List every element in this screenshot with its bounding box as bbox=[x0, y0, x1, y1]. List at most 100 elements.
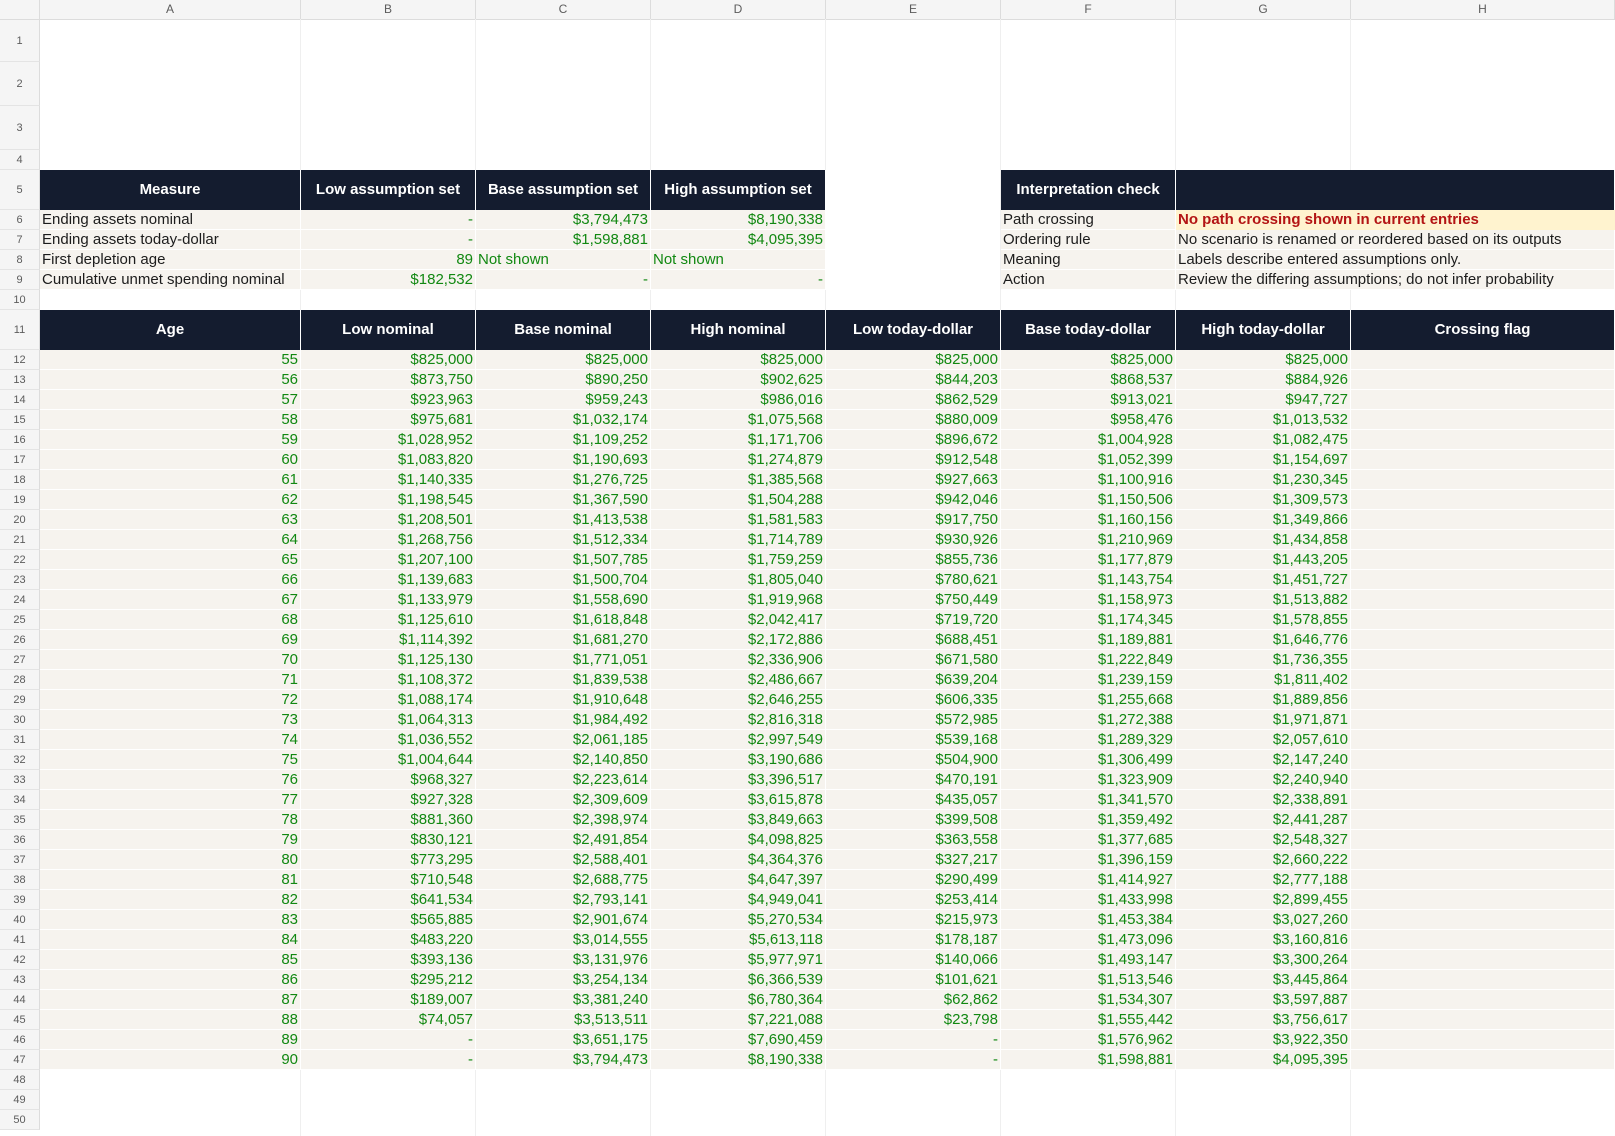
path-value-cell[interactable]: $3,396,517 bbox=[651, 770, 826, 790]
row-header-15[interactable]: 15 bbox=[0, 410, 40, 430]
paths-header-0[interactable]: Age bbox=[40, 310, 301, 350]
interpretation-header-blank[interactable] bbox=[1176, 170, 1615, 210]
paths-header-4[interactable]: Low today-dollar bbox=[826, 310, 1001, 350]
path-value-cell[interactable]: $2,061,185 bbox=[476, 730, 651, 750]
path-value-cell[interactable]: $947,727 bbox=[1176, 390, 1351, 410]
path-value-cell[interactable]: $7,221,088 bbox=[651, 1010, 826, 1030]
path-value-cell[interactable]: $780,621 bbox=[826, 570, 1001, 590]
column-header-g[interactable]: G bbox=[1176, 0, 1351, 19]
path-value-cell[interactable]: $1,139,683 bbox=[301, 570, 476, 590]
path-value-cell[interactable]: $1,507,785 bbox=[476, 550, 651, 570]
path-value-cell[interactable]: $1,064,313 bbox=[301, 710, 476, 730]
interpretation-label-cell[interactable]: Meaning bbox=[1001, 250, 1176, 270]
row-header-5[interactable]: 5 bbox=[0, 170, 40, 210]
path-value-cell[interactable]: $927,663 bbox=[826, 470, 1001, 490]
row-header-27[interactable]: 27 bbox=[0, 650, 40, 670]
crossing-flag-cell[interactable] bbox=[1351, 790, 1615, 810]
path-value-cell[interactable]: $565,885 bbox=[301, 910, 476, 930]
crossing-flag-cell[interactable] bbox=[1351, 610, 1615, 630]
row-header-48[interactable]: 48 bbox=[0, 1070, 40, 1090]
paths-header-3[interactable]: High nominal bbox=[651, 310, 826, 350]
path-value-cell[interactable]: $1,100,916 bbox=[1001, 470, 1176, 490]
path-value-cell[interactable]: $688,451 bbox=[826, 630, 1001, 650]
path-value-cell[interactable]: $1,504,288 bbox=[651, 490, 826, 510]
path-value-cell[interactable]: $1,434,858 bbox=[1176, 530, 1351, 550]
path-value-cell[interactable]: $959,243 bbox=[476, 390, 651, 410]
crossing-flag-cell[interactable] bbox=[1351, 730, 1615, 750]
path-value-cell[interactable]: $1,177,879 bbox=[1001, 550, 1176, 570]
path-value-cell[interactable]: $3,160,816 bbox=[1176, 930, 1351, 950]
path-value-cell[interactable]: $671,580 bbox=[826, 650, 1001, 670]
path-value-cell[interactable]: $825,000 bbox=[826, 350, 1001, 370]
path-value-cell[interactable]: $1,889,856 bbox=[1176, 690, 1351, 710]
age-cell[interactable]: 86 bbox=[40, 970, 301, 990]
path-value-cell[interactable]: $23,798 bbox=[826, 1010, 1001, 1030]
path-value-cell[interactable]: $2,816,318 bbox=[651, 710, 826, 730]
path-value-cell[interactable]: $1,555,442 bbox=[1001, 1010, 1176, 1030]
summary-low-cell[interactable]: - bbox=[301, 210, 476, 230]
path-value-cell[interactable]: $1,289,329 bbox=[1001, 730, 1176, 750]
row-header-18[interactable]: 18 bbox=[0, 470, 40, 490]
path-value-cell[interactable]: $1,309,573 bbox=[1176, 490, 1351, 510]
path-value-cell[interactable]: $1,500,704 bbox=[476, 570, 651, 590]
path-value-cell[interactable]: $2,042,417 bbox=[651, 610, 826, 630]
path-value-cell[interactable]: $2,336,906 bbox=[651, 650, 826, 670]
crossing-flag-cell[interactable] bbox=[1351, 850, 1615, 870]
path-value-cell[interactable]: $641,534 bbox=[301, 890, 476, 910]
path-value-cell[interactable]: $975,681 bbox=[301, 410, 476, 430]
path-value-cell[interactable]: $1,255,668 bbox=[1001, 690, 1176, 710]
path-value-cell[interactable]: $1,274,879 bbox=[651, 450, 826, 470]
summary-high-cell[interactable]: - bbox=[651, 270, 826, 290]
path-value-cell[interactable]: $1,910,648 bbox=[476, 690, 651, 710]
path-value-cell[interactable]: $6,780,364 bbox=[651, 990, 826, 1010]
path-value-cell[interactable]: $189,007 bbox=[301, 990, 476, 1010]
age-cell[interactable]: 89 bbox=[40, 1030, 301, 1050]
path-value-cell[interactable]: $363,558 bbox=[826, 830, 1001, 850]
path-value-cell[interactable]: $2,646,255 bbox=[651, 690, 826, 710]
path-value-cell[interactable]: $1,160,156 bbox=[1001, 510, 1176, 530]
path-value-cell[interactable]: $2,309,609 bbox=[476, 790, 651, 810]
age-cell[interactable]: 88 bbox=[40, 1010, 301, 1030]
path-value-cell[interactable]: $2,548,327 bbox=[1176, 830, 1351, 850]
row-header-25[interactable]: 25 bbox=[0, 610, 40, 630]
paths-header-1[interactable]: Low nominal bbox=[301, 310, 476, 350]
column-header-h[interactable]: H bbox=[1351, 0, 1615, 19]
path-value-cell[interactable]: $1,359,492 bbox=[1001, 810, 1176, 830]
row-header-22[interactable]: 22 bbox=[0, 550, 40, 570]
path-value-cell[interactable]: $2,140,850 bbox=[476, 750, 651, 770]
crossing-flag-cell[interactable] bbox=[1351, 890, 1615, 910]
row-header-44[interactable]: 44 bbox=[0, 990, 40, 1010]
path-value-cell[interactable]: $3,794,473 bbox=[476, 1050, 651, 1070]
crossing-flag-cell[interactable] bbox=[1351, 990, 1615, 1010]
row-header-12[interactable]: 12 bbox=[0, 350, 40, 370]
age-cell[interactable]: 84 bbox=[40, 930, 301, 950]
path-value-cell[interactable]: $1,984,492 bbox=[476, 710, 651, 730]
path-value-cell[interactable]: $3,615,878 bbox=[651, 790, 826, 810]
row-header-46[interactable]: 46 bbox=[0, 1030, 40, 1050]
summary-base-cell[interactable]: $1,598,881 bbox=[476, 230, 651, 250]
path-value-cell[interactable]: $1,598,881 bbox=[1001, 1050, 1176, 1070]
path-value-cell[interactable]: $295,212 bbox=[301, 970, 476, 990]
age-cell[interactable]: 73 bbox=[40, 710, 301, 730]
row-header-33[interactable]: 33 bbox=[0, 770, 40, 790]
path-value-cell[interactable]: $1,576,962 bbox=[1001, 1030, 1176, 1050]
path-value-cell[interactable]: $884,926 bbox=[1176, 370, 1351, 390]
path-value-cell[interactable]: $1,028,952 bbox=[301, 430, 476, 450]
age-cell[interactable]: 63 bbox=[40, 510, 301, 530]
row-header-16[interactable]: 16 bbox=[0, 430, 40, 450]
interpretation-value-cell[interactable]: Review the differing assumptions; do not… bbox=[1176, 270, 1615, 290]
path-value-cell[interactable]: $6,366,539 bbox=[651, 970, 826, 990]
age-cell[interactable]: 74 bbox=[40, 730, 301, 750]
path-value-cell[interactable]: $327,217 bbox=[826, 850, 1001, 870]
column-header-b[interactable]: B bbox=[301, 0, 476, 19]
path-value-cell[interactable]: $1,013,532 bbox=[1176, 410, 1351, 430]
crossing-flag-cell[interactable] bbox=[1351, 530, 1615, 550]
path-value-cell[interactable]: $830,121 bbox=[301, 830, 476, 850]
path-value-cell[interactable]: $3,381,240 bbox=[476, 990, 651, 1010]
path-value-cell[interactable]: $1,493,147 bbox=[1001, 950, 1176, 970]
row-header-24[interactable]: 24 bbox=[0, 590, 40, 610]
path-value-cell[interactable]: $470,191 bbox=[826, 770, 1001, 790]
age-cell[interactable]: 69 bbox=[40, 630, 301, 650]
path-value-cell[interactable]: $606,335 bbox=[826, 690, 1001, 710]
crossing-flag-cell[interactable] bbox=[1351, 1050, 1615, 1070]
